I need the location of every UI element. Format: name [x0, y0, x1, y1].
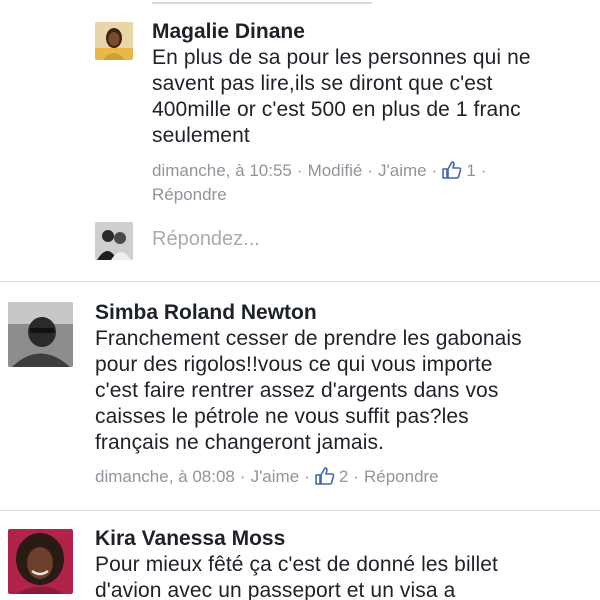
user-photo-woman-icon[interactable] [8, 529, 73, 594]
user-photo-couple-icon [95, 222, 133, 260]
comment-reply: Magalie Dinane En plus de sa pour les pe… [0, 0, 600, 215]
reply-button[interactable]: Répondre [364, 467, 439, 486]
reply-button[interactable]: Répondre [152, 185, 227, 204]
comment-text-line: pour des rigolos!!vous ce qui vous impor… [95, 353, 493, 376]
edited-label[interactable]: Modifié [308, 161, 363, 180]
comment-text-line: caisses le pétrole ne vous suffit pas?le… [95, 405, 469, 428]
comment-timestamp[interactable]: dimanche, à 10:55 [152, 161, 292, 180]
comment: Kira Vanessa Moss Pour mieux fêté ça c'e… [0, 511, 600, 600]
like-button[interactable]: J'aime [251, 467, 300, 486]
thumbs-up-icon[interactable] [442, 161, 462, 179]
comment-text-line: d'avion avec un passeport et un visa a [95, 579, 456, 600]
thumbs-up-icon[interactable] [315, 467, 335, 485]
comment-author[interactable]: Simba Roland Newton [95, 301, 317, 325]
comment-text-line: seulement [152, 124, 250, 147]
comment: Simba Roland Newton Franchement cesser d… [0, 282, 600, 508]
comment-text: Pour mieux fêté ça c'est de donné les bi… [95, 552, 498, 600]
comments-thread: Magalie Dinane En plus de sa pour les pe… [0, 0, 600, 600]
like-button[interactable]: J'aime [378, 161, 427, 180]
user-photo-man-icon[interactable] [8, 302, 73, 367]
comment-text: Franchement cesser de prendre les gabona… [95, 326, 522, 456]
comment-text-line: En plus de sa pour les personnes qui ne [152, 46, 531, 69]
comment-text-line: savent pas lire,ils se diront que c'est [152, 72, 493, 95]
reply-input[interactable]: Répondez... [152, 228, 260, 251]
comment-timestamp[interactable]: dimanche, à 08:08 [95, 467, 235, 486]
comment-text-line: 400mille or c'est 500 en plus de 1 franc [152, 98, 521, 121]
comment-text-line: Franchement cesser de prendre les gabona… [95, 327, 522, 350]
comment-author[interactable]: Kira Vanessa Moss [95, 527, 285, 551]
comment-author[interactable]: Magalie Dinane [152, 20, 305, 44]
like-count[interactable]: 1 [466, 161, 475, 180]
comment-text-line: français ne changeront jamais. [95, 431, 384, 454]
reply-composer[interactable]: Répondez... [95, 218, 575, 264]
comment-text-line: Pour mieux fêté ça c'est de donné les bi… [95, 553, 498, 576]
user-photo-woman-icon[interactable] [95, 22, 133, 60]
comment-text: En plus de sa pour les personnes qui ne … [152, 45, 531, 149]
comment-text-line: c'est faire rentrer assez d'argents dans… [95, 379, 499, 402]
comment-meta: dimanche, à 08:08 · J'aime · 2 · Répondre [95, 467, 439, 486]
comment-meta-wrap: Répondre [152, 182, 227, 207]
like-count[interactable]: 2 [339, 467, 348, 486]
comment-meta: dimanche, à 10:55 · Modifié · J'aime · 1 · [152, 161, 487, 180]
